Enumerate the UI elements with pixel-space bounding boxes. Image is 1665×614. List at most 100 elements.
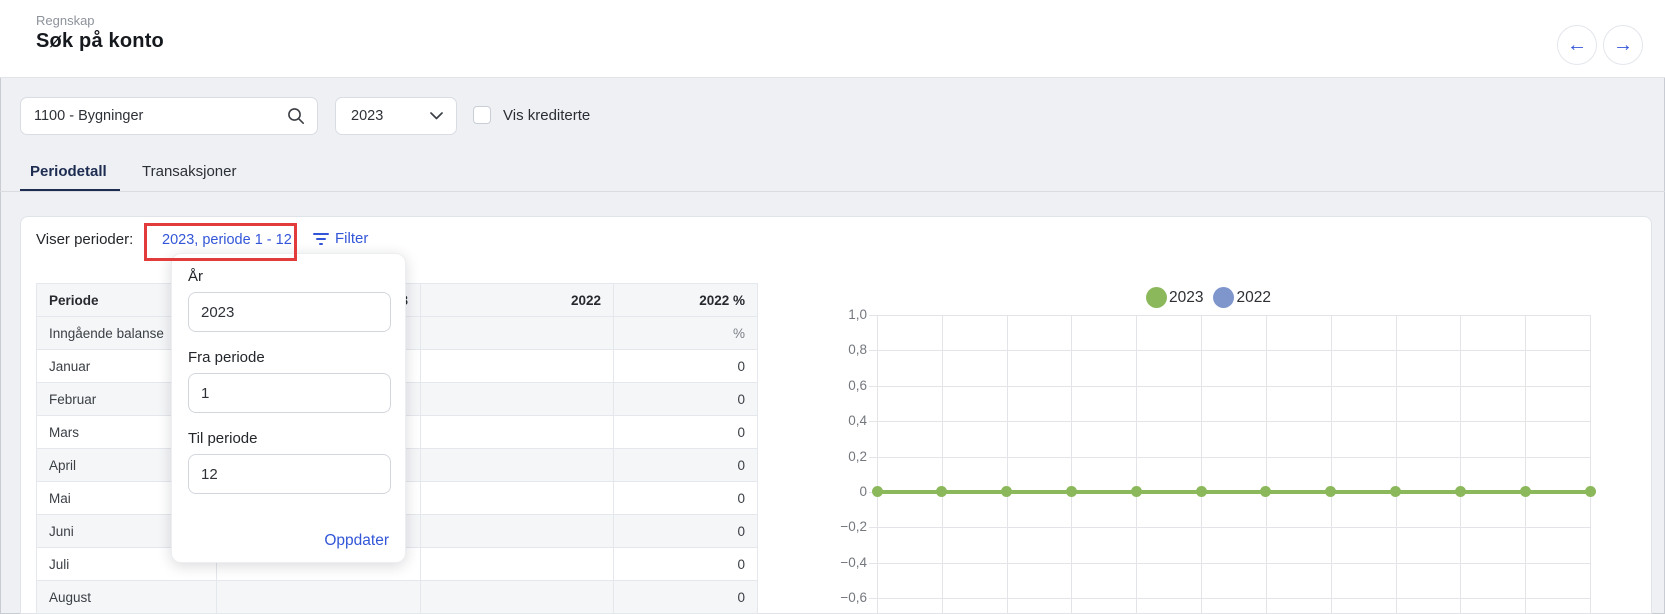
value-cell — [421, 317, 614, 350]
year-select[interactable]: 2023 — [335, 97, 457, 135]
tab-periodetall[interactable]: Periodetall — [30, 163, 107, 180]
chart-point-2023 — [1455, 486, 1466, 497]
chart-gridline-h — [869, 386, 1590, 387]
chart-gridline-v — [1331, 315, 1332, 614]
chart-point-2023 — [1260, 486, 1271, 497]
legend-marker-2022 — [1213, 287, 1234, 308]
chart-gridline-h — [869, 598, 1590, 599]
legend-marker-2023 — [1146, 287, 1167, 308]
chart-point-2023 — [1196, 486, 1207, 497]
legend-label-2022: 2022 — [1236, 289, 1270, 307]
chart-point-2023 — [1131, 486, 1142, 497]
legend-item-2022: 2022 — [1213, 287, 1270, 308]
account-search-input[interactable] — [34, 108, 287, 124]
year-field-label: År — [188, 268, 389, 285]
chart-point-2023 — [1585, 486, 1596, 497]
value-cell: 0 — [614, 548, 758, 581]
y-axis-tick-label: −0,4 — [813, 555, 867, 570]
chart-point-2023 — [1066, 486, 1077, 497]
page-header — [0, 0, 1665, 78]
value-cell — [421, 416, 614, 449]
value-cell — [421, 515, 614, 548]
account-search[interactable] — [20, 97, 318, 135]
chart-gridline-v — [1136, 315, 1137, 614]
from-period-label: Fra periode — [188, 349, 389, 366]
chart-gridline-v — [1201, 315, 1202, 614]
chart-gridline-h — [869, 315, 1590, 316]
chart-gridline-v — [1007, 315, 1008, 614]
chart-point-2023 — [1390, 486, 1401, 497]
arrow-left-icon: ← — [1567, 34, 1587, 57]
y-axis-tick-label: 1,0 — [813, 307, 867, 322]
chart-gridline-v — [1266, 315, 1267, 614]
period-filter-popup: År Fra periode Til periode Oppdater — [171, 253, 406, 563]
filter-button[interactable]: Filter — [313, 230, 368, 247]
chart-gridline-h — [869, 421, 1590, 422]
value-cell — [421, 383, 614, 416]
value-cell — [217, 581, 421, 614]
y-axis-tick-label: −0,2 — [813, 519, 867, 534]
value-cell: % — [614, 317, 758, 350]
value-cell: 0 — [614, 383, 758, 416]
arrow-right-icon: → — [1613, 34, 1633, 57]
chart-point-2023 — [872, 486, 883, 497]
col-header-2022: 2022 — [421, 284, 614, 317]
oppdater-button[interactable]: Oppdater — [324, 532, 389, 549]
chart-point-2023 — [936, 486, 947, 497]
legend-item-2023: 2023 — [1146, 287, 1203, 308]
value-cell: 0 — [614, 482, 758, 515]
value-cell: 0 — [614, 449, 758, 482]
y-axis-tick-label: 0,8 — [813, 342, 867, 357]
search-icon — [287, 107, 305, 125]
chart-gridline-h — [869, 350, 1590, 351]
chart-point-2023 — [1001, 486, 1012, 497]
chart-gridline-v — [1071, 315, 1072, 614]
legend-label-2023: 2023 — [1169, 289, 1203, 307]
y-axis-tick-label: 0,4 — [813, 413, 867, 428]
viser-perioder-label: Viser perioder: — [36, 231, 133, 248]
from-period-field[interactable] — [188, 373, 391, 413]
table-row: August0 — [37, 581, 758, 614]
chart-point-2023 — [1520, 486, 1531, 497]
chart-plot: 1,00,80,60,40,20−0,2−0,4−0,6 — [877, 315, 1590, 614]
tab-transaksjoner[interactable]: Transaksjoner — [142, 163, 236, 180]
y-axis-tick-label: 0,2 — [813, 449, 867, 464]
chart-gridline-v — [877, 315, 878, 614]
chart-gridline-v — [1396, 315, 1397, 614]
period-range-button[interactable]: 2023, periode 1 - 12 — [162, 232, 292, 248]
chart-gridline-v — [1525, 315, 1526, 614]
value-cell — [421, 581, 614, 614]
value-cell: 0 — [614, 350, 758, 383]
forward-button[interactable]: → — [1603, 25, 1643, 65]
filter-icon — [313, 233, 329, 245]
value-cell: 0 — [614, 581, 758, 614]
to-period-label: Til periode — [188, 430, 389, 447]
chart-gridline-h — [869, 563, 1590, 564]
value-cell — [421, 548, 614, 581]
y-axis-tick-label: −0,6 — [813, 590, 867, 605]
chart-gridline-v — [942, 315, 943, 614]
page-title: Søk på konto — [36, 30, 164, 53]
chart-gridline-h — [869, 527, 1590, 528]
value-cell — [421, 482, 614, 515]
year-field[interactable] — [188, 292, 391, 332]
chart-gridline-h — [869, 457, 1590, 458]
vis-krediterte-label: Vis krediterte — [503, 107, 590, 124]
chevron-down-icon — [430, 112, 443, 120]
vis-krediterte-checkbox[interactable] — [473, 106, 491, 124]
breadcrumb: Regnskap — [36, 13, 95, 28]
value-cell: 0 — [614, 416, 758, 449]
y-axis-tick-label: 0,6 — [813, 378, 867, 393]
col-header-2022-pct: 2022 % — [614, 284, 758, 317]
value-cell — [421, 449, 614, 482]
chart-point-2023 — [1325, 486, 1336, 497]
year-select-value: 2023 — [351, 108, 383, 124]
y-axis-tick-label: 0 — [813, 484, 867, 499]
value-cell: 0 — [614, 515, 758, 548]
chart-legend: 2023 2022 — [1146, 287, 1271, 308]
back-button[interactable]: ← — [1557, 25, 1597, 65]
tabs-divider — [0, 191, 1665, 192]
to-period-field[interactable] — [188, 454, 391, 494]
chart-series-line-2023 — [877, 490, 1590, 494]
chart-gridline-v — [1590, 315, 1591, 614]
